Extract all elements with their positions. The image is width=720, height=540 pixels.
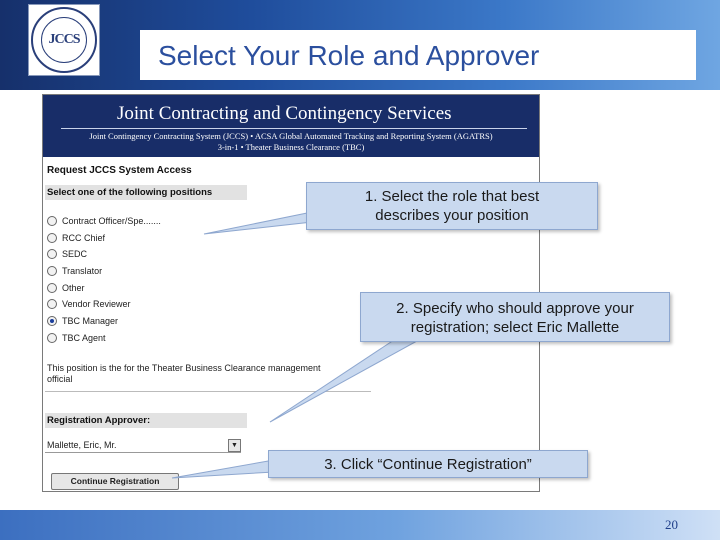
callout-1-pointer [203, 211, 313, 235]
callout-step-3-text: 3. Click “Continue Registration” [324, 456, 532, 473]
callout-step-1-line-1: 1. Select the role that best [364, 188, 540, 205]
callout-3-pointer [171, 459, 275, 479]
callout-step-2-line-1: 2. Specify who should approve your [396, 300, 634, 317]
page-number: 20 [665, 517, 678, 532]
callout-2-pointer [269, 335, 427, 423]
callout-step-2: 2. Specify who should approve your regis… [360, 292, 670, 342]
callout-step-3: 3. Click “Continue Registration” [268, 450, 588, 478]
callout-step-1-line-2: describes your position [375, 207, 529, 224]
slide-footer: 20 [0, 510, 720, 540]
callout-step-2-line-2: registration; select Eric Mallette [410, 319, 620, 336]
callout-step-1: 1. Select the role that best describes y… [306, 182, 598, 230]
